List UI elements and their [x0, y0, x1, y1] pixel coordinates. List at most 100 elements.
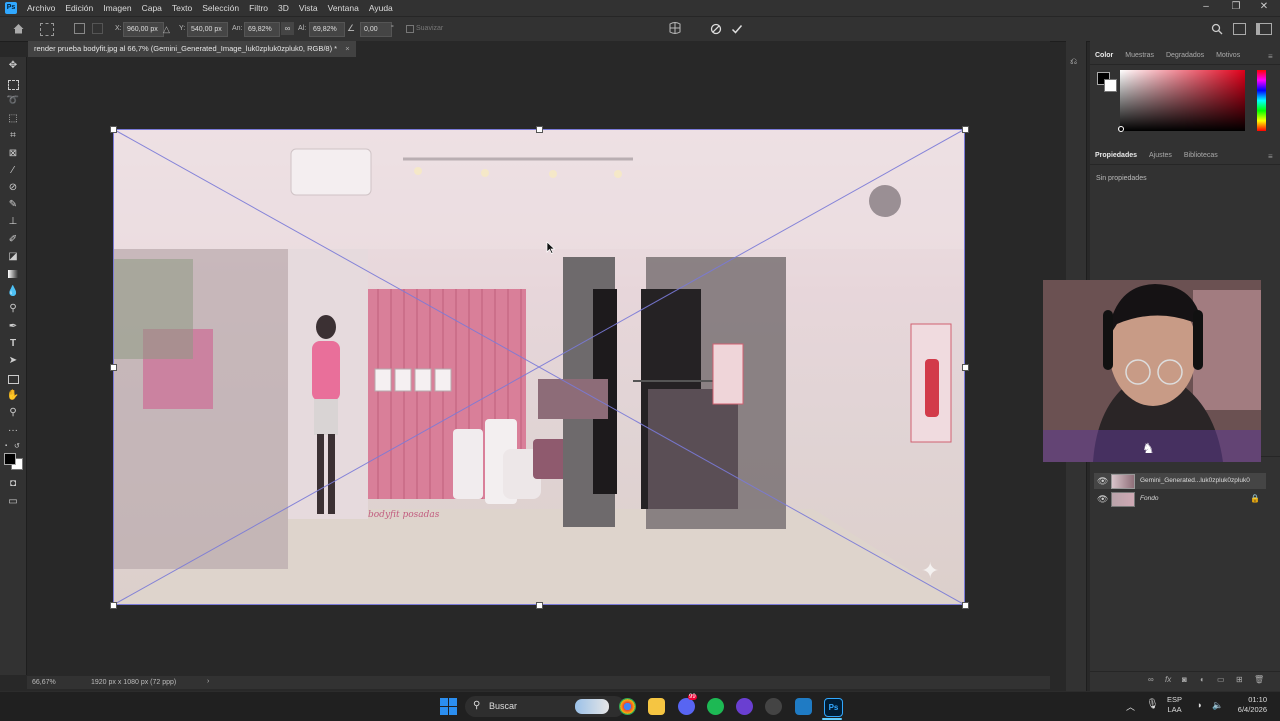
eraser-tool-icon[interactable]: ◪: [6, 251, 20, 263]
language-indicator[interactable]: ESP LAA: [1167, 695, 1182, 715]
dodge-tool-icon[interactable]: ⚲: [6, 303, 20, 315]
transform-handle-bottom[interactable]: [536, 602, 543, 609]
screen-mode-icon[interactable]: ▭: [6, 496, 20, 508]
commit-transform-icon[interactable]: [731, 22, 743, 34]
x-position-field[interactable]: 960,00 px: [123, 22, 164, 37]
pen-tool-icon[interactable]: ✒: [6, 321, 20, 333]
properties-panel-menu-icon[interactable]: ≡: [1268, 152, 1273, 161]
transform-handle-bottom-left[interactable]: [110, 602, 117, 609]
menu-texto[interactable]: Texto: [167, 0, 197, 16]
tab-propiedades[interactable]: Propiedades: [1090, 148, 1142, 164]
color-panel-menu-icon[interactable]: ≡: [1268, 52, 1273, 61]
tab-motivos[interactable]: Motivos: [1211, 48, 1245, 64]
new-group-icon[interactable]: ▭: [1217, 675, 1225, 684]
photoshop-taskbar-icon[interactable]: Ps: [824, 698, 843, 717]
visibility-eye-icon[interactable]: 👁: [1097, 494, 1108, 505]
add-mask-icon[interactable]: ◙: [1182, 675, 1187, 684]
store-render-image[interactable]: bodyfit posadas: [113, 129, 965, 605]
clone-stamp-tool-icon[interactable]: ⊥: [6, 216, 20, 228]
panel-layout-icon[interactable]: [1256, 23, 1272, 35]
cancel-transform-icon[interactable]: [710, 22, 722, 35]
reference-point-grid-icon[interactable]: [92, 23, 103, 34]
link-layers-icon[interactable]: ∞: [1148, 675, 1154, 684]
move-tool-icon[interactable]: ✥: [6, 60, 20, 72]
width-field[interactable]: 69,82%: [244, 22, 280, 37]
menu-ayuda[interactable]: Ayuda: [364, 0, 398, 16]
restore-icon[interactable]: ❐: [1226, 1, 1246, 12]
tab-muestras[interactable]: Muestras: [1120, 48, 1159, 64]
frame-tool-icon[interactable]: ⊠: [6, 148, 20, 160]
layer-name[interactable]: Fondo: [1140, 495, 1158, 502]
file-explorer-icon[interactable]: [648, 698, 665, 715]
search-icon[interactable]: [1211, 22, 1223, 35]
rectangle-tool-icon[interactable]: [6, 373, 20, 385]
menu-edicion[interactable]: Edición: [60, 0, 98, 16]
tab-bibliotecas[interactable]: Bibliotecas: [1179, 148, 1223, 164]
menu-archivo[interactable]: Archivo: [22, 0, 60, 16]
volume-icon[interactable]: 🔈: [1212, 700, 1223, 711]
lasso-tool-icon[interactable]: ➰: [6, 95, 20, 107]
windows-start-icon[interactable]: [440, 698, 457, 715]
menu-ventana[interactable]: Ventana: [323, 0, 364, 16]
y-position-field[interactable]: 540,00 px: [187, 22, 228, 37]
microphone-icon[interactable]: 🎙: [1146, 699, 1159, 710]
more-tools-icon[interactable]: ···: [6, 425, 20, 437]
layer-row-gemini[interactable]: 👁 Gemini_Generated...luk0zpluk0zpluk0: [1094, 473, 1266, 489]
visibility-eye-icon[interactable]: 👁: [1097, 476, 1108, 487]
quick-mask-icon[interactable]: ◘: [6, 478, 20, 490]
layer-name[interactable]: Gemini_Generated...luk0zpluk0zpluk0: [1140, 477, 1250, 484]
blur-tool-icon[interactable]: 💧: [6, 286, 20, 298]
transform-handle-bottom-right[interactable]: [962, 602, 969, 609]
document-tab[interactable]: render prueba bodyfit.jpg al 66,7% (Gemi…: [28, 41, 356, 57]
home-icon[interactable]: [12, 22, 25, 35]
transform-handle-left[interactable]: [110, 364, 117, 371]
delete-layer-icon[interactable]: 🗑: [1254, 675, 1264, 684]
path-selection-tool-icon[interactable]: ➤: [6, 355, 20, 367]
reference-point-toggle-icon[interactable]: [74, 23, 85, 34]
menu-3d[interactable]: 3D: [273, 0, 294, 16]
type-tool-icon[interactable]: T: [6, 338, 20, 350]
delta-icon[interactable]: △: [163, 24, 170, 35]
color-picker-marker[interactable]: [1118, 126, 1124, 132]
minimize-icon[interactable]: –: [1196, 1, 1216, 12]
warp-mode-icon[interactable]: [668, 21, 682, 35]
layer-row-fondo[interactable]: 👁 Fondo 🔒: [1094, 491, 1266, 507]
github-icon[interactable]: [765, 698, 782, 715]
foreground-color-swatch[interactable]: [4, 453, 16, 465]
transform-handle-top-left[interactable]: [110, 126, 117, 133]
zoom-tool-icon[interactable]: ⚲: [6, 407, 20, 419]
transform-handle-top-right[interactable]: [962, 126, 969, 133]
height-field[interactable]: 69,82%: [309, 22, 345, 37]
new-layer-icon[interactable]: ⊞: [1236, 675, 1243, 684]
adjustment-layer-icon[interactable]: ◐: [1200, 675, 1205, 684]
rotation-field[interactable]: 0,00: [360, 22, 392, 37]
menu-seleccion[interactable]: Selección: [197, 0, 244, 16]
discord-icon[interactable]: 99: [678, 694, 697, 715]
close-window-icon[interactable]: ✕: [1254, 1, 1274, 12]
zoom-level[interactable]: 66,67%: [32, 679, 56, 686]
layer-style-icon[interactable]: fx: [1165, 675, 1171, 684]
swap-colors-icon[interactable]: ↺: [14, 442, 20, 450]
panel-background-swatch[interactable]: [1104, 79, 1117, 92]
menu-capa[interactable]: Capa: [137, 0, 167, 16]
taskbar-search-box[interactable]: ⚲ Buscar: [465, 696, 625, 717]
tab-degradados[interactable]: Degradados: [1161, 48, 1209, 64]
transform-handle-right[interactable]: [962, 364, 969, 371]
default-colors-icon[interactable]: ▪: [5, 443, 11, 449]
healing-brush-tool-icon[interactable]: ⊘: [6, 182, 20, 194]
clock[interactable]: 01:10 6/4/2026: [1227, 695, 1267, 715]
menu-vista[interactable]: Vista: [294, 0, 323, 16]
brush-tool-icon[interactable]: ✎: [6, 199, 20, 211]
crop-tool-icon[interactable]: ⌗: [6, 130, 20, 142]
tray-chevron-icon[interactable]: ︿: [1126, 700, 1135, 713]
transform-handle-top[interactable]: [536, 126, 543, 133]
obs-icon[interactable]: [736, 698, 753, 715]
smooth-checkbox[interactable]: [406, 25, 414, 33]
history-brush-tool-icon[interactable]: ✐: [6, 234, 20, 246]
link-proportions-icon[interactable]: ∞: [281, 22, 294, 35]
hue-slider[interactable]: [1257, 70, 1266, 131]
chrome-icon[interactable]: [619, 698, 636, 715]
eyedropper-tool-icon[interactable]: ⁄: [6, 165, 20, 177]
gradient-tool-icon[interactable]: [6, 268, 20, 280]
workspace-icon[interactable]: [1233, 23, 1246, 35]
